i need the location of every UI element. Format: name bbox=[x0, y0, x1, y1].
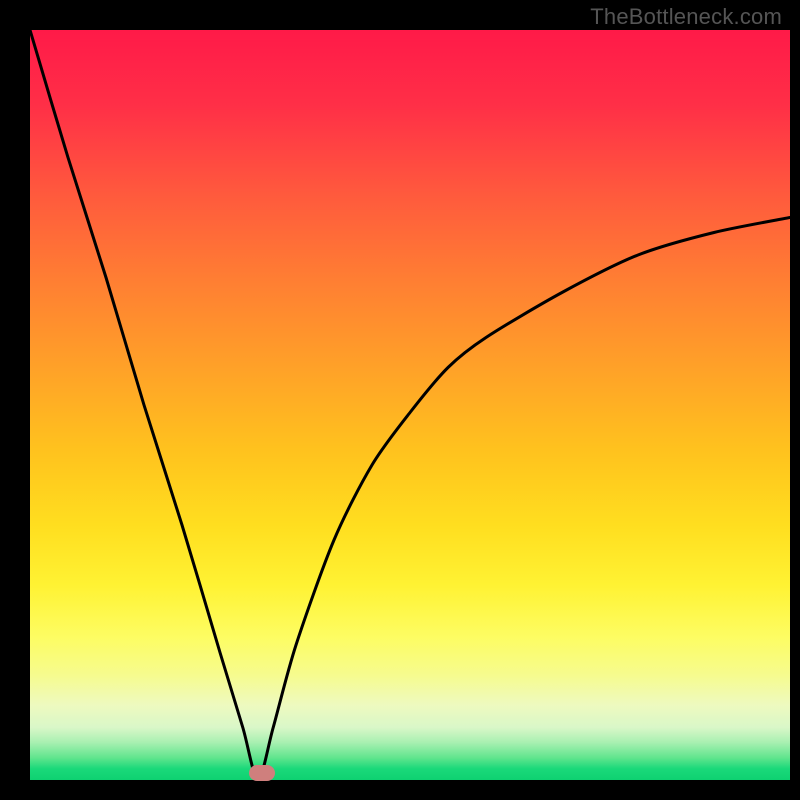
plot-area bbox=[30, 30, 790, 780]
curve-svg bbox=[30, 30, 790, 780]
bottleneck-curve bbox=[30, 30, 790, 780]
chart-stage: TheBottleneck.com bbox=[0, 0, 800, 800]
minimum-marker bbox=[249, 765, 275, 781]
watermark-text: TheBottleneck.com bbox=[590, 4, 782, 30]
